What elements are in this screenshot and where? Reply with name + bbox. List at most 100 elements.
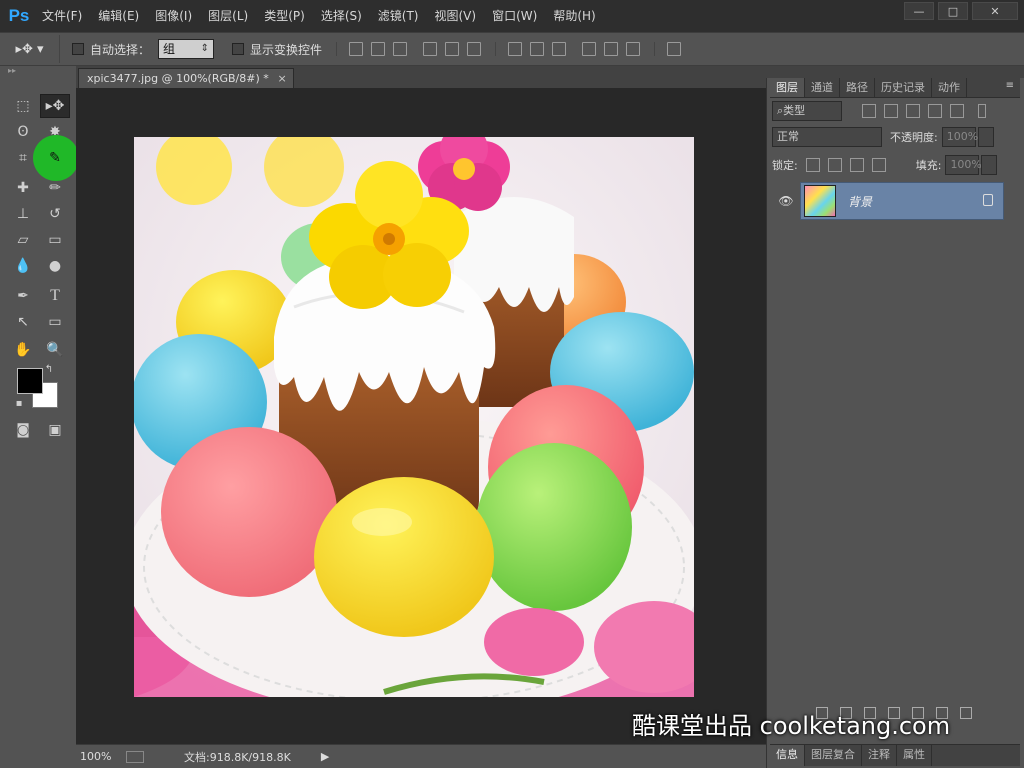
eyedropper-tool-icon[interactable]: ✎ bbox=[40, 146, 70, 170]
brush-tool-icon[interactable]: ✏ bbox=[40, 176, 70, 200]
quick-mask-icon[interactable]: ◙ bbox=[8, 418, 38, 442]
menu-filter[interactable]: 滤镜(T) bbox=[370, 0, 427, 32]
tab-layer-comps[interactable]: 图层复合 bbox=[805, 745, 862, 766]
filter-toggle-icon[interactable] bbox=[978, 104, 986, 118]
toolbox-grip[interactable]: ▸▸ bbox=[0, 66, 76, 76]
dodge-tool-icon[interactable]: ● bbox=[40, 254, 70, 278]
lock-transparent-icon[interactable] bbox=[805, 158, 820, 172]
doc-size: 文档:918.8K/918.8K bbox=[184, 750, 291, 764]
filter-pixel-icon[interactable] bbox=[862, 104, 876, 118]
distribute-vcenter-icon[interactable] bbox=[530, 42, 545, 56]
default-colors-icon[interactable]: ▪ bbox=[12, 396, 26, 410]
healing-brush-tool-icon[interactable]: ✚ bbox=[8, 176, 38, 200]
minimize-button[interactable]: — bbox=[904, 2, 934, 20]
filter-smart-icon[interactable] bbox=[950, 104, 964, 118]
path-select-tool-icon[interactable]: ↖ bbox=[8, 310, 38, 334]
menu-select[interactable]: 选择(S) bbox=[313, 0, 370, 32]
zoom-level[interactable]: 100% bbox=[80, 750, 126, 763]
layer-filter-kind[interactable]: ⌕类型 bbox=[772, 101, 842, 121]
tab-actions[interactable]: 动作 bbox=[932, 78, 967, 97]
eraser-tool-icon[interactable]: ▱ bbox=[8, 228, 38, 252]
shape-tool-icon[interactable]: ▭ bbox=[40, 310, 70, 334]
foreground-color-swatch[interactable] bbox=[17, 368, 43, 394]
show-transform-option[interactable]: 显示变换控件 bbox=[232, 41, 322, 58]
align-right-icon[interactable] bbox=[467, 42, 482, 56]
tab-properties[interactable]: 属性 bbox=[897, 745, 932, 766]
lasso-tool-icon[interactable]: ʘ bbox=[8, 120, 38, 144]
distribute-bottom-icon[interactable] bbox=[552, 42, 567, 56]
distribute-top-icon[interactable] bbox=[508, 42, 523, 56]
restore-button[interactable]: □ bbox=[938, 2, 968, 20]
menu-view[interactable]: 视图(V) bbox=[427, 0, 485, 32]
canvas-area[interactable] bbox=[76, 88, 766, 744]
tab-history[interactable]: 历史记录 bbox=[875, 78, 932, 97]
auto-select-dropdown[interactable]: 组 bbox=[158, 39, 215, 59]
tool-preset-picker[interactable]: ▸✥ ▾ bbox=[0, 35, 60, 63]
status-preview-icon[interactable] bbox=[126, 750, 144, 763]
opacity-dropdown-icon[interactable] bbox=[977, 127, 994, 147]
layer-name: 背景 bbox=[848, 194, 873, 209]
align-vcenter-icon[interactable] bbox=[371, 42, 386, 56]
layer-lock-icon bbox=[983, 194, 993, 206]
align-hcenter-icon[interactable] bbox=[445, 42, 460, 56]
menu-help[interactable]: 帮助(H) bbox=[545, 0, 603, 32]
blur-tool-icon[interactable]: 💧 bbox=[8, 254, 38, 278]
lock-all-icon[interactable] bbox=[871, 158, 886, 172]
hand-tool-icon[interactable]: ✋ bbox=[8, 338, 38, 362]
auto-align-icon[interactable] bbox=[667, 42, 682, 56]
menu-file[interactable]: 文件(F) bbox=[34, 0, 90, 32]
filter-type-icon[interactable] bbox=[906, 104, 920, 118]
opacity-input[interactable]: 100% bbox=[941, 127, 978, 147]
fill-dropdown-icon[interactable] bbox=[981, 155, 998, 175]
panel-menu-icon[interactable]: ≡ bbox=[1006, 80, 1014, 91]
opacity-label: 不透明度: bbox=[890, 131, 938, 144]
lock-position-icon[interactable] bbox=[849, 158, 864, 172]
right-panel-grip[interactable] bbox=[766, 66, 1024, 78]
screen-mode-icon[interactable]: ▣ bbox=[40, 418, 70, 442]
tab-paths[interactable]: 路径 bbox=[840, 78, 875, 97]
close-button[interactable]: ✕ bbox=[972, 2, 1018, 20]
document-tab[interactable]: xpic3477.jpg @ 100%(RGB/8#) * × bbox=[78, 68, 294, 88]
layer-row-background[interactable]: 背景 bbox=[800, 182, 1004, 220]
layer-visibility-eye-icon[interactable]: 👁 bbox=[772, 182, 800, 220]
auto-select-option[interactable]: 自动选择： bbox=[72, 41, 150, 58]
zoom-tool-icon[interactable]: 🔍 bbox=[40, 338, 70, 362]
status-menu-arrow-icon[interactable]: ▶ bbox=[321, 750, 329, 763]
tab-notes[interactable]: 注释 bbox=[862, 745, 897, 766]
history-brush-tool-icon[interactable]: ↺ bbox=[40, 202, 70, 226]
tab-channels[interactable]: 通道 bbox=[805, 78, 840, 97]
info-panel-tabs: 信息 图层复合 注释 属性 bbox=[770, 744, 1020, 766]
clone-stamp-tool-icon[interactable]: ⊥ bbox=[8, 202, 38, 226]
auto-select-checkbox[interactable] bbox=[72, 43, 84, 55]
tab-info[interactable]: 信息 bbox=[770, 745, 805, 766]
menu-window[interactable]: 窗口(W) bbox=[484, 0, 545, 32]
distribute-hcenter-icon[interactable] bbox=[604, 42, 619, 56]
align-left-icon[interactable] bbox=[423, 42, 438, 56]
menu-type[interactable]: 类型(P) bbox=[256, 0, 313, 32]
fill-input[interactable]: 100% bbox=[945, 155, 982, 175]
align-bottom-icon[interactable] bbox=[393, 42, 408, 56]
image-canvas[interactable] bbox=[134, 137, 694, 697]
menu-image[interactable]: 图像(I) bbox=[147, 0, 200, 32]
distribute-right-icon[interactable] bbox=[626, 42, 641, 56]
show-transform-checkbox[interactable] bbox=[232, 43, 245, 55]
gradient-tool-icon[interactable]: ▭ bbox=[40, 228, 70, 252]
lock-pixels-icon[interactable] bbox=[827, 158, 842, 172]
align-buttons bbox=[336, 42, 482, 56]
align-top-icon[interactable] bbox=[349, 42, 364, 56]
tab-layers[interactable]: 图层 bbox=[770, 78, 805, 97]
filter-adjust-icon[interactable] bbox=[884, 104, 898, 118]
distribute-left-icon[interactable] bbox=[582, 42, 597, 56]
delete-layer-icon[interactable] bbox=[960, 707, 972, 719]
blend-mode-dropdown[interactable]: 正常 bbox=[772, 127, 882, 147]
pen-tool-icon[interactable]: ✒ bbox=[8, 284, 38, 308]
close-tab-icon[interactable]: × bbox=[278, 69, 287, 89]
filter-shape-icon[interactable] bbox=[928, 104, 942, 118]
menu-edit[interactable]: 编辑(E) bbox=[90, 0, 147, 32]
rect-marquee-tool-icon[interactable]: ⬚ bbox=[8, 94, 38, 118]
document-tab-bar: xpic3477.jpg @ 100%(RGB/8#) * × bbox=[76, 66, 766, 88]
type-tool-icon[interactable]: T bbox=[40, 284, 70, 308]
move-tool-icon[interactable]: ▸✥ bbox=[40, 94, 70, 118]
swap-colors-icon[interactable]: ↰ bbox=[42, 362, 56, 376]
menu-layer[interactable]: 图层(L) bbox=[200, 0, 256, 32]
